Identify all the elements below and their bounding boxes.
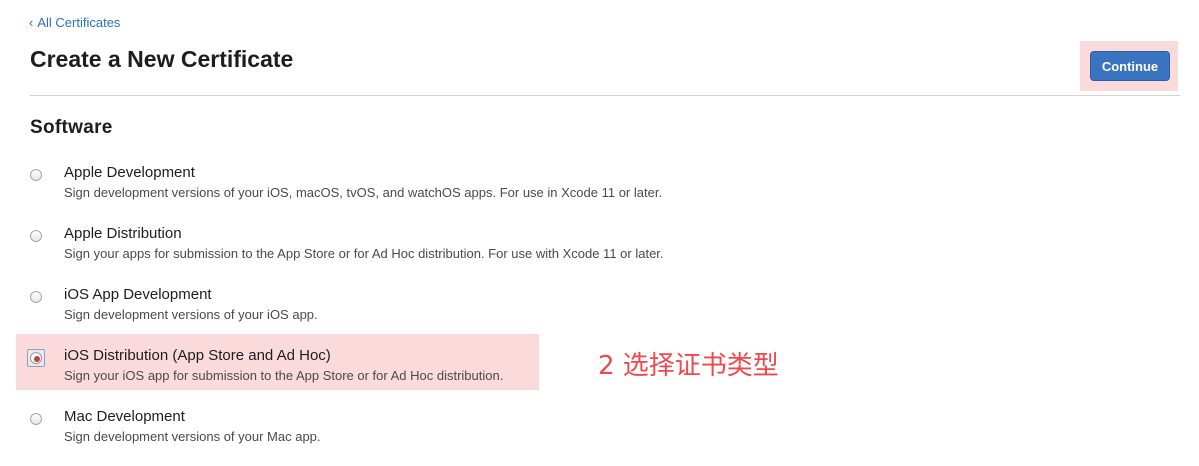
option-description: Sign development versions of your Mac ap… (64, 429, 321, 444)
option-description: Sign your iOS app for submission to the … (64, 368, 504, 383)
radio-mac-development[interactable] (30, 413, 42, 425)
option-label: iOS App Development (64, 286, 212, 303)
radio-selected-dot-icon (34, 356, 40, 362)
option-description: Sign your apps for submission to the App… (64, 246, 664, 261)
page-title: Create a New Certificate (30, 46, 294, 72)
header-divider (30, 95, 1180, 96)
create-certificate-page: ‹ All Certificates Create a New Certifica… (0, 0, 1199, 466)
radio-ios-distribution-selected[interactable] (27, 349, 45, 367)
option-ios-app-development[interactable]: iOS App Development Sign development ver… (0, 286, 900, 330)
option-label: Apple Development (64, 164, 195, 181)
option-apple-distribution[interactable]: Apple Distribution Sign your apps for su… (0, 225, 900, 269)
step-annotation-text: 2 选择证书类型 (598, 351, 779, 381)
option-mac-development[interactable]: Mac Development Sign development version… (0, 408, 900, 452)
option-label: Mac Development (64, 408, 185, 425)
section-title-software: Software (30, 117, 113, 138)
radio-apple-distribution[interactable] (30, 230, 42, 242)
option-description: Sign development versions of your iOS ap… (64, 307, 318, 322)
back-link-label: All Certificates (37, 15, 121, 30)
option-description: Sign development versions of your iOS, m… (64, 185, 663, 200)
radio-ios-app-development[interactable] (30, 291, 42, 303)
option-label: Apple Distribution (64, 225, 182, 242)
radio-apple-development[interactable] (30, 169, 42, 181)
all-certificates-link[interactable]: ‹ All Certificates (29, 15, 120, 30)
chevron-left-icon: ‹ (29, 15, 34, 30)
continue-button[interactable]: Continue (1090, 51, 1170, 81)
option-label: iOS Distribution (App Store and Ad Hoc) (64, 347, 331, 364)
option-apple-development[interactable]: Apple Development Sign development versi… (0, 164, 900, 208)
